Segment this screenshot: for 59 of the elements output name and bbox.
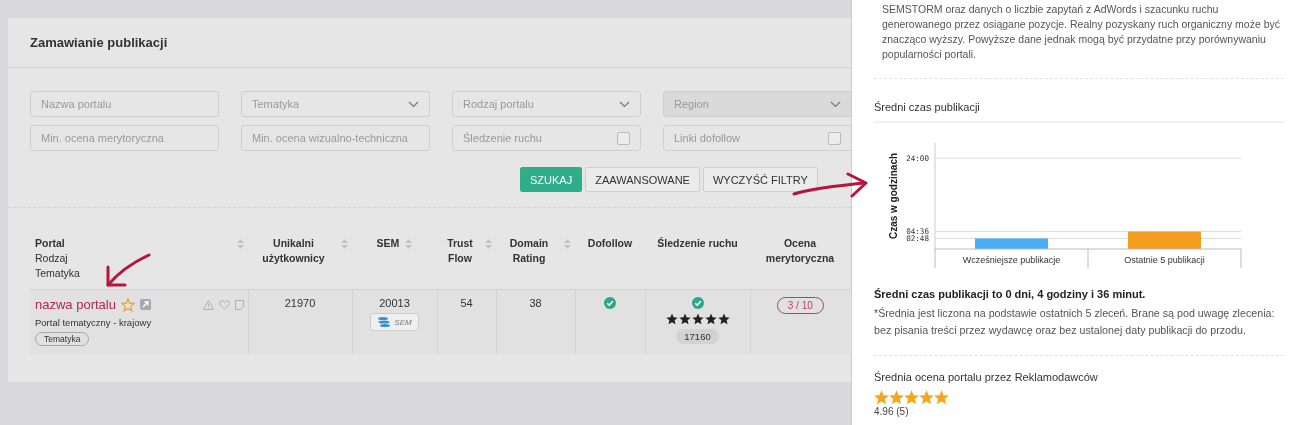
section-title: Średnia ocena portalu przez Reklamodawców bbox=[874, 371, 1099, 383]
chevron-icon bbox=[830, 100, 841, 108]
star-icon bbox=[678, 313, 691, 325]
rating-score: 4.96 (5) bbox=[874, 406, 910, 417]
description-text: SEMSTORM oraz danych o liczbie zapytań z AdWords i szacunku ruchu generowanego przez osiągane pozycje. Realny pozyskany ruch organiczny może być znacząco wyższy. Powyższe dane jednak mogą być przydatne przy porównywaniu popularności portali. bbox=[882, 2, 1282, 62]
filter-button[interactable]: ZAAWANSOWANE bbox=[585, 167, 700, 192]
star-icon bbox=[704, 313, 717, 325]
star-icon bbox=[934, 390, 949, 405]
star-icon bbox=[691, 313, 704, 325]
checkbox[interactable] bbox=[617, 131, 630, 145]
note-text: *Średnia jest liczona na podstawie ostatnich 5 zleceń. Brane są pod uwagę zlecenia: bez pisania treści przez wydawcę oraz bez ustalonej daty publikacji do przodu. bbox=[874, 306, 1276, 338]
sort-icon[interactable] bbox=[341, 239, 348, 249]
column-header[interactable]: Unikalni użytkownicy bbox=[252, 236, 335, 266]
warning-icon[interactable] bbox=[202, 299, 214, 310]
sort-icon[interactable] bbox=[405, 239, 413, 249]
text-field[interactable]: Min. ocena wizualno-techniczna bbox=[241, 125, 430, 151]
table-cell: 38 bbox=[529, 297, 542, 309]
column-header[interactable]: Śledzenie ruchu bbox=[657, 236, 738, 251]
x-tick-label: Ostatnie 5 publikacji bbox=[1124, 255, 1205, 265]
portal-type: Portal tematyczny - krajowy bbox=[35, 317, 153, 328]
star-icon bbox=[889, 390, 904, 405]
filter-button[interactable]: WYCZYŚĆ FILTRY bbox=[702, 167, 818, 192]
star-icon bbox=[874, 390, 889, 405]
table-cell: 20013 bbox=[379, 297, 410, 309]
x-tick-label: Wcześniejsze publikacje bbox=[962, 255, 1061, 265]
sort-icon[interactable] bbox=[237, 239, 244, 249]
arrow-drawing bbox=[104, 252, 152, 288]
summary-text: Średni czas publikacji to 0 dni, 4 godziny i 36 minut. bbox=[874, 288, 1147, 300]
count-badge: 17160 bbox=[676, 329, 719, 344]
table-cell: 54 bbox=[460, 297, 473, 309]
star-icon[interactable] bbox=[120, 297, 135, 312]
section-title: Średni czas publikacji bbox=[874, 101, 981, 113]
portal-link[interactable]: nazwa portalu bbox=[35, 297, 116, 312]
column-header[interactable]: Trust Flow bbox=[441, 236, 479, 266]
column-header[interactable]: Ocena merytoryczna bbox=[754, 236, 846, 266]
star-icon bbox=[919, 390, 934, 405]
sort-icon[interactable] bbox=[485, 239, 492, 249]
chevron-icon bbox=[408, 100, 419, 108]
external-link-icon[interactable] bbox=[139, 299, 151, 310]
column-header[interactable]: Dofollow bbox=[587, 236, 633, 251]
chevron-icon bbox=[619, 100, 630, 108]
y-axis-title: Czas w godzinach bbox=[888, 152, 899, 240]
column-header[interactable]: Tematyka bbox=[35, 266, 80, 281]
text-field[interactable]: Nazwa portalu bbox=[30, 91, 219, 117]
sem-badge[interactable]: SEM bbox=[370, 313, 419, 331]
star-icon bbox=[717, 313, 730, 325]
star-icon bbox=[904, 390, 919, 405]
column-header[interactable]: Portal bbox=[35, 236, 80, 251]
sort-icon[interactable] bbox=[564, 239, 571, 249]
star-icon bbox=[665, 313, 678, 325]
heart-icon[interactable] bbox=[218, 299, 230, 310]
note-icon[interactable] bbox=[234, 299, 244, 310]
column-header[interactable]: Domain Rating bbox=[500, 236, 558, 266]
table-cell: 21970 bbox=[284, 297, 316, 309]
checkbox[interactable] bbox=[828, 131, 841, 145]
text-field[interactable]: Min. ocena merytoryczna bbox=[30, 125, 219, 151]
column-header[interactable]: SEM bbox=[376, 236, 400, 251]
page-title: Zamawianie publikacji bbox=[30, 35, 168, 50]
column-header[interactable]: Rodzaj bbox=[35, 251, 80, 266]
